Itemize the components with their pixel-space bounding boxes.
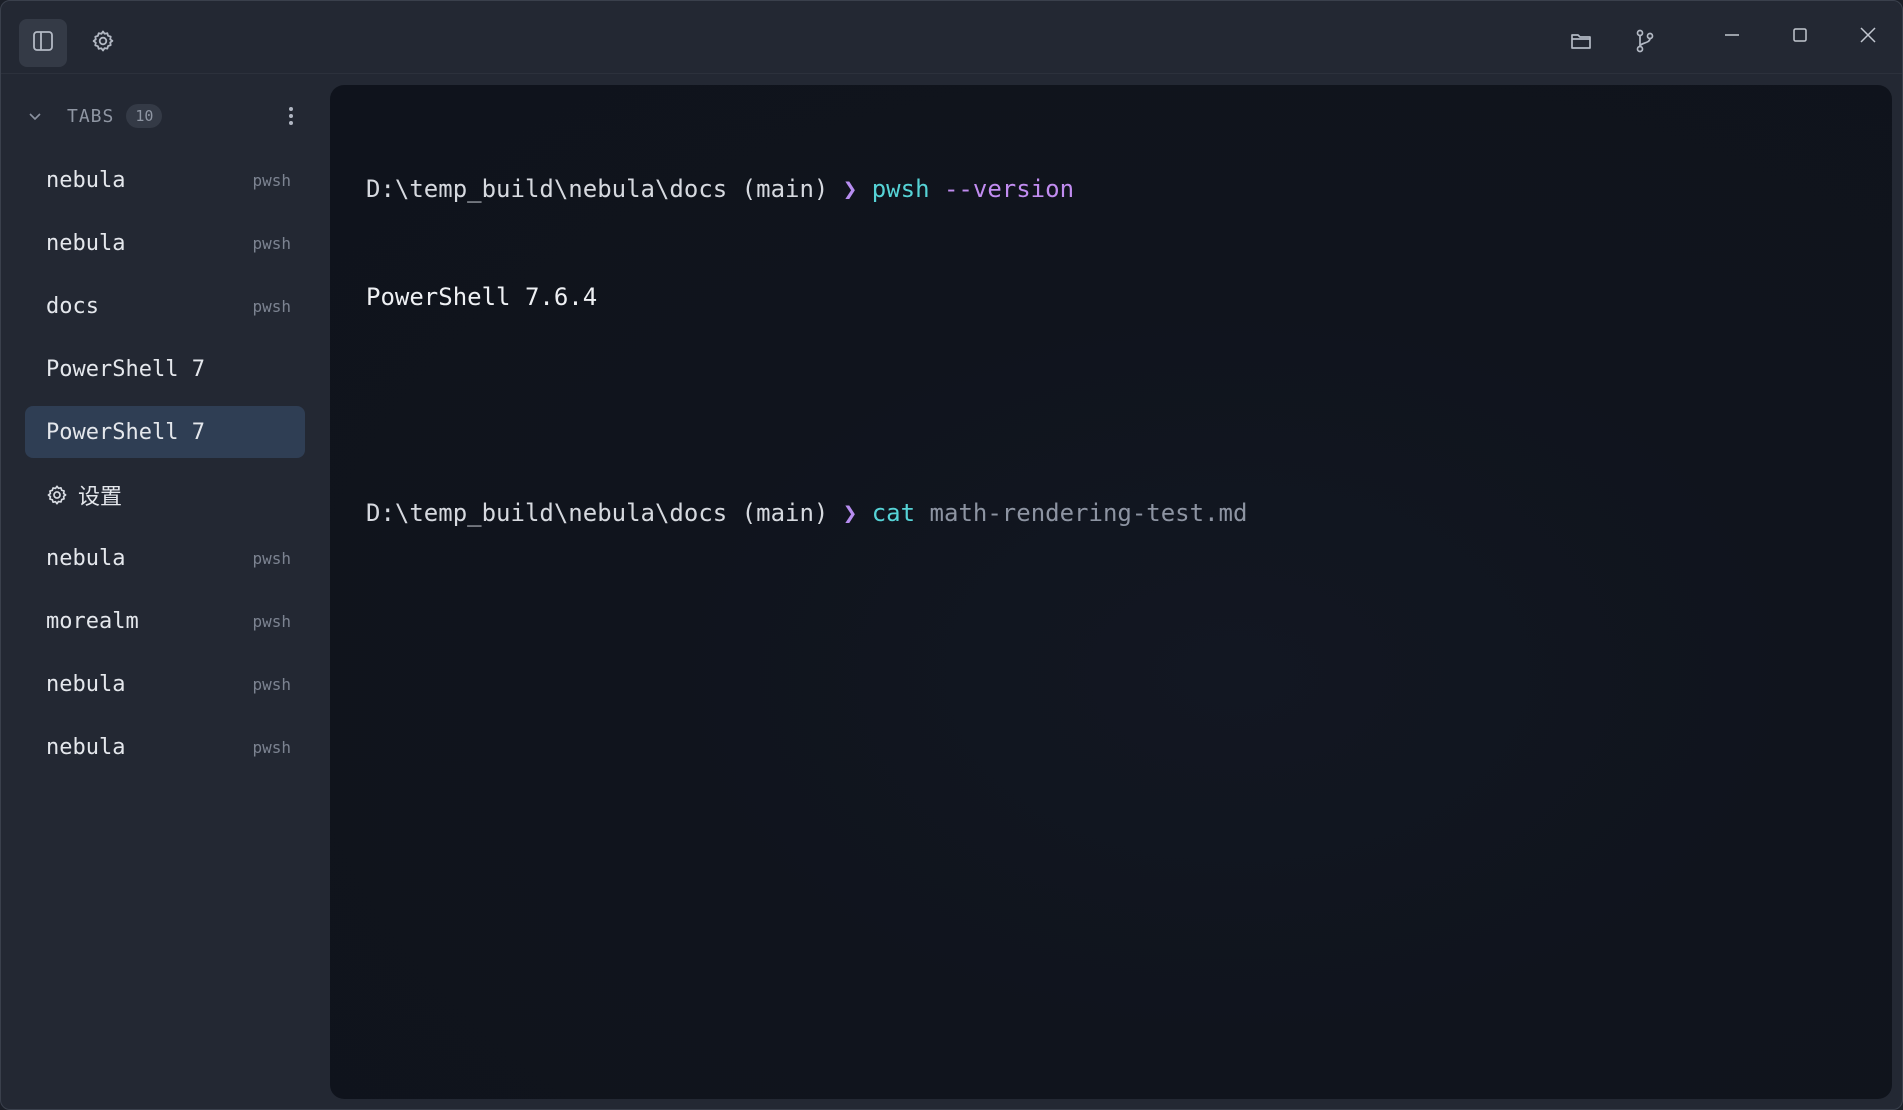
folder-icon xyxy=(1570,30,1592,56)
maximize-button[interactable] xyxy=(1773,15,1827,59)
tab-item-settings[interactable]: 设置 xyxy=(25,469,305,521)
command-line: D:\temp_build\nebula\docs (main) ❯ pwsh … xyxy=(366,171,1247,207)
gear-icon xyxy=(91,29,115,57)
prompt-arrow: ❯ xyxy=(842,175,858,203)
git-branch-button[interactable] xyxy=(1621,21,1669,65)
settings-button[interactable] xyxy=(81,19,125,67)
tab-label: PowerShell 7 xyxy=(46,419,205,445)
tab-item[interactable]: nebula pwsh xyxy=(25,217,305,269)
sidebar-toggle-icon xyxy=(32,30,54,56)
tab-shell: pwsh xyxy=(252,170,291,190)
tab-shell: pwsh xyxy=(252,233,291,253)
chevron-down-icon[interactable] xyxy=(25,106,45,126)
tab-label: nebula xyxy=(46,230,126,256)
command-args: math-rendering-test.md xyxy=(929,499,1248,527)
tab-list: nebula pwsh nebula pwsh docs pwsh PowerS… xyxy=(25,154,305,784)
tab-label: nebula xyxy=(46,671,126,697)
maximize-icon xyxy=(1791,26,1809,48)
prompt-path: D:\temp_build\nebula\docs (main) xyxy=(366,175,829,203)
tab-label: nebula xyxy=(46,734,126,760)
tab-item[interactable]: morealm pwsh xyxy=(25,595,305,647)
title-bar xyxy=(1,1,1902,74)
tab-item[interactable]: nebula pwsh xyxy=(25,532,305,584)
command: pwsh xyxy=(871,175,930,203)
prompt-arrow: ❯ xyxy=(842,499,858,527)
tab-shell: pwsh xyxy=(252,737,291,757)
tab-shell: pwsh xyxy=(252,611,291,631)
tab-label: docs xyxy=(46,293,99,319)
tab-item-active[interactable]: PowerShell 7 xyxy=(25,406,305,458)
tab-label: morealm xyxy=(46,608,139,634)
command-output: PowerShell 7.6.4 xyxy=(366,283,598,311)
command: cat xyxy=(871,499,916,527)
close-button[interactable] xyxy=(1841,15,1895,59)
git-branch-icon xyxy=(1634,29,1656,57)
tab-item[interactable]: PowerShell 7 xyxy=(25,343,305,395)
tab-shell: pwsh xyxy=(252,296,291,316)
tab-label: nebula xyxy=(46,167,126,193)
tabs-title: TABS xyxy=(67,105,115,127)
tabs-count-badge: 10 xyxy=(126,104,163,128)
command-line: D:\temp_build\nebula\docs (main) ❯ cat m… xyxy=(366,495,1247,531)
app-window: TABS 10 nebula pwsh nebula pwsh docs pws… xyxy=(0,0,1903,1110)
open-folder-button[interactable] xyxy=(1557,21,1605,65)
gear-icon xyxy=(46,483,70,507)
command-args: --version xyxy=(943,175,1075,203)
prompt-path: D:\temp_build\nebula\docs (main) xyxy=(366,499,829,527)
tab-item[interactable]: nebula pwsh xyxy=(25,658,305,710)
tab-label: PowerShell 7 xyxy=(46,356,205,382)
minimize-button[interactable] xyxy=(1705,15,1759,59)
close-icon xyxy=(1859,26,1877,48)
tab-label: nebula xyxy=(46,545,126,571)
tab-label: 设置 xyxy=(78,485,123,510)
tab-item[interactable]: docs pwsh xyxy=(25,280,305,332)
tab-item[interactable]: nebula pwsh xyxy=(25,721,305,773)
more-options-icon[interactable] xyxy=(277,102,305,130)
tab-shell: pwsh xyxy=(252,674,291,694)
terminal-pane[interactable]: D:\temp_build\nebula\docs (main) ❯ pwsh … xyxy=(330,85,1892,1099)
minimize-icon xyxy=(1723,26,1741,48)
tabs-section-header[interactable]: TABS 10 xyxy=(25,96,305,136)
terminal-output: D:\temp_build\nebula\docs (main) ❯ pwsh … xyxy=(366,99,1247,603)
sidebar-toggle-button[interactable] xyxy=(19,19,67,67)
tab-shell: pwsh xyxy=(252,548,291,568)
sidebar: TABS 10 nebula pwsh nebula pwsh docs pws… xyxy=(1,74,329,1109)
tab-item[interactable]: nebula pwsh xyxy=(25,154,305,206)
